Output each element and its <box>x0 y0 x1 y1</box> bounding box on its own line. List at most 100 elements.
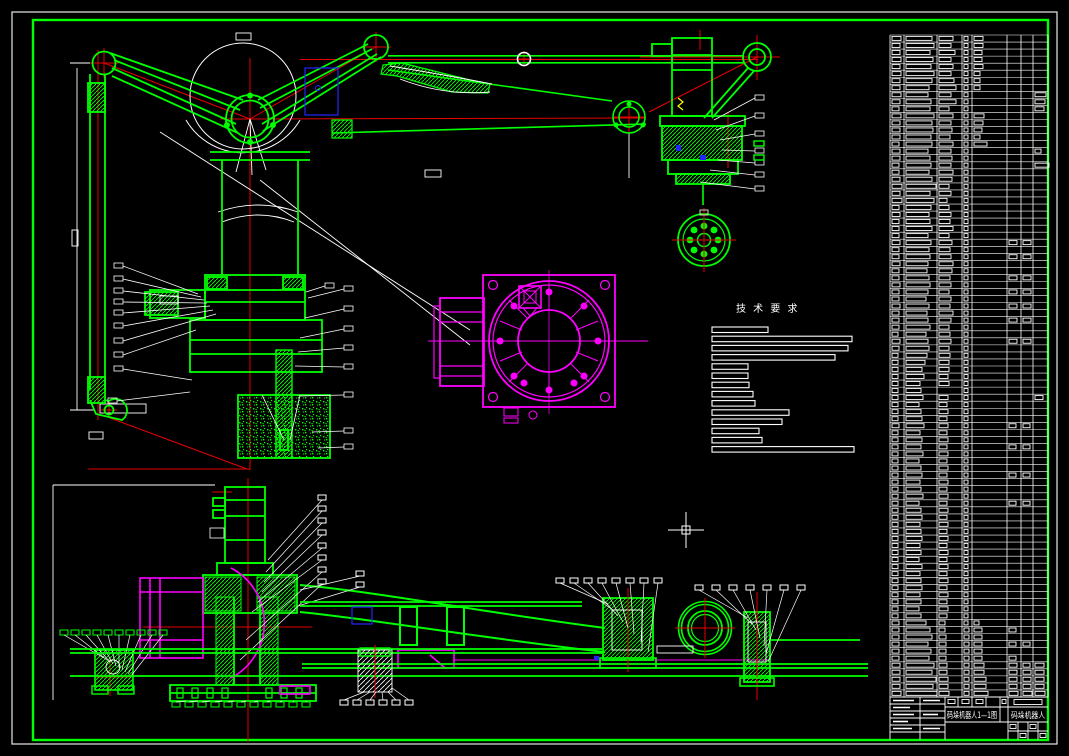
table-cell-text <box>891 465 899 471</box>
table-cell-text <box>905 599 922 605</box>
table-cell-text <box>905 458 920 464</box>
table-cell-text <box>963 345 969 351</box>
table-cell-text <box>938 430 948 436</box>
table-cell-text <box>891 655 900 661</box>
balloon-callout <box>653 577 663 584</box>
table-cell-text <box>963 444 969 450</box>
table-cell-text <box>973 683 987 689</box>
table-cell-text <box>973 42 984 48</box>
balloon-callout <box>378 699 388 706</box>
table-cell-text <box>938 352 951 358</box>
balloon-callout <box>136 629 146 636</box>
table-cell-text <box>891 381 899 386</box>
table-cell-text <box>905 148 929 154</box>
table-cell-text <box>938 240 953 246</box>
balloon-callout <box>728 584 738 591</box>
balloon-callout <box>317 517 327 524</box>
table-cell-text <box>891 155 901 161</box>
table-cell-text <box>905 676 937 682</box>
table-cell-text <box>938 176 953 182</box>
table-cell-text <box>891 543 899 548</box>
table-cell-text <box>938 190 952 196</box>
tech-requirement-line <box>711 344 849 352</box>
table-cell-text <box>905 50 931 55</box>
table-cell-text <box>905 444 922 450</box>
table-cell-text <box>938 226 954 231</box>
table-cell-text <box>905 120 933 126</box>
table-cell-text <box>963 219 969 224</box>
balloon-callout <box>125 629 135 636</box>
table-cell-text <box>938 106 950 112</box>
table-cell-text <box>891 212 901 217</box>
table-cell-text <box>891 317 900 323</box>
balloon-callouts-base-bottom <box>171 700 311 708</box>
table-cell-text <box>1008 254 1018 260</box>
table-cell-text <box>973 127 983 133</box>
table-cell-text <box>963 634 970 640</box>
table-cell-text <box>905 416 923 422</box>
balloon-callout <box>103 629 113 636</box>
balloon-callout <box>249 701 259 708</box>
table-cell-text <box>891 373 899 379</box>
table-cell-text <box>938 50 956 55</box>
table-cell-text <box>938 690 950 696</box>
table-cell-text <box>891 148 901 154</box>
table-cell-text <box>938 395 949 401</box>
tech-requirement-line <box>711 436 763 444</box>
table-cell-text <box>1008 317 1018 323</box>
table-cell-text <box>938 514 948 520</box>
table-cell-text <box>891 204 900 210</box>
table-cell-text <box>963 423 969 429</box>
table-cell-text <box>1022 303 1032 309</box>
motor-flange-view <box>428 270 648 424</box>
table-cell-text <box>938 345 950 351</box>
technical-requirements-title: 技 术 要 求 <box>736 302 800 315</box>
table-cell-text <box>1022 317 1032 323</box>
table-cell-text <box>973 57 983 62</box>
table-cell-text <box>905 345 930 351</box>
table-cell-text <box>938 585 948 591</box>
table-cell-text <box>963 50 969 55</box>
balloon-callout <box>355 570 365 577</box>
table-cell-text <box>938 247 951 253</box>
table-cell-text <box>938 99 957 105</box>
table-cell-text <box>905 64 932 70</box>
table-cell-text <box>963 141 969 147</box>
table-cell-text <box>973 676 987 682</box>
table-cell-text <box>1008 303 1018 309</box>
table-cell-text <box>891 106 900 112</box>
table-cell-text <box>963 317 969 323</box>
table-cell-text <box>1022 338 1032 344</box>
table-cell-text <box>963 324 969 330</box>
table-cell-text <box>905 388 922 393</box>
table-cell-text <box>905 409 922 415</box>
table-cell-text <box>938 634 947 640</box>
table-cell-text <box>963 240 969 246</box>
balloon-callout <box>171 701 181 708</box>
table-cell-text <box>938 310 954 316</box>
table-cell-text <box>963 592 969 598</box>
table-cell-text <box>963 648 970 654</box>
table-cell-text <box>1022 240 1032 246</box>
table-cell-text <box>891 240 901 246</box>
table-cell-text <box>963 690 970 696</box>
table-cell-text <box>963 479 969 485</box>
table-cell-text <box>905 465 922 471</box>
table-cell-text <box>891 662 901 668</box>
table-cell-text <box>905 296 927 302</box>
table-cell-text <box>905 535 923 541</box>
table-cell-text <box>891 254 900 260</box>
table-cell-text <box>963 85 969 91</box>
table-cell-text <box>891 345 900 351</box>
table-cell-text <box>938 155 953 161</box>
table-cell-text <box>963 92 969 98</box>
table-cell-text <box>1034 148 1042 154</box>
table-cell-text <box>891 535 899 541</box>
table-cell-text <box>905 282 931 288</box>
table-cell-text <box>905 500 920 506</box>
balloon-callout <box>114 629 124 636</box>
table-cell-text <box>1022 669 1032 675</box>
table-cell-text <box>905 620 927 626</box>
table-cell-text <box>938 42 952 48</box>
table-cell-text <box>905 437 923 443</box>
